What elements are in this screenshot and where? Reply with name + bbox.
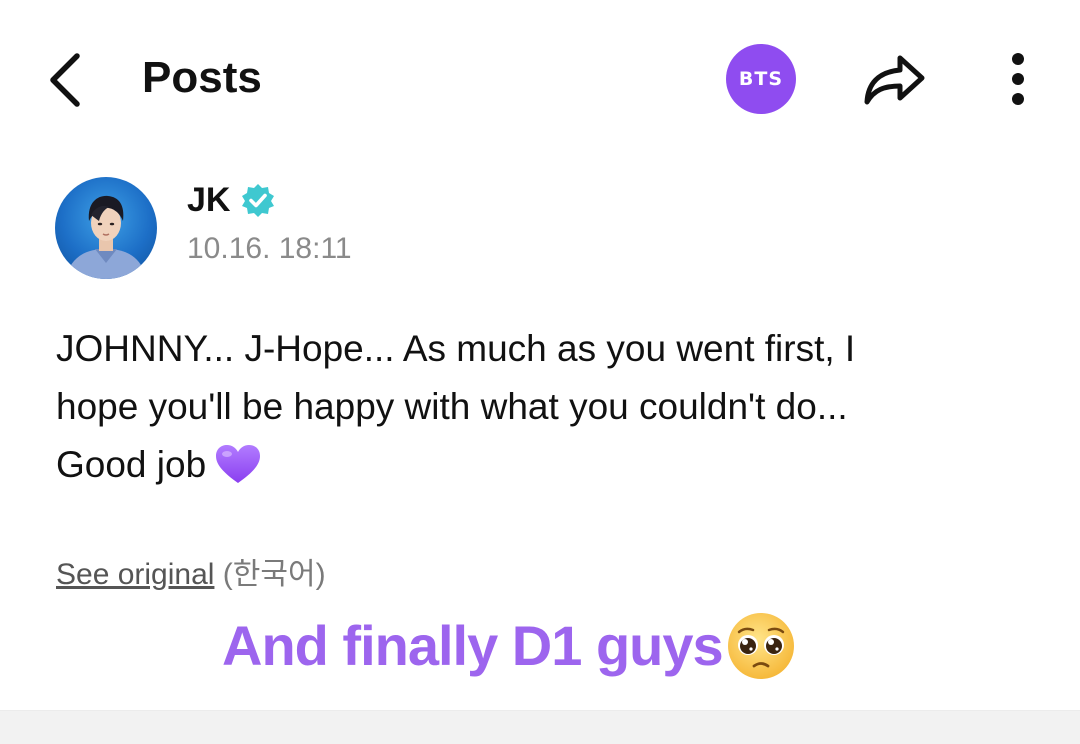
original-language-label: (한국어) [222, 558, 326, 591]
post-body-text: Good job [56, 444, 207, 485]
post-body-line-last: Good job [56, 436, 1036, 494]
post-page: Posts BTS JK 10.16. 18:11 JOHNNY... J-Ho… [0, 0, 1080, 744]
author-row: JK [187, 180, 276, 220]
avatar[interactable] [55, 177, 157, 279]
vertical-dots-icon [1012, 53, 1024, 65]
page-title: Posts [142, 53, 262, 102]
share-arrow-icon [864, 55, 925, 105]
share-button[interactable] [858, 48, 932, 110]
post-body: JOHNNY... J-Hope... As much as you went … [56, 320, 1036, 494]
overlay-caption: And finally D1 guys [222, 606, 797, 686]
chevron-left-icon [50, 53, 80, 107]
translation-row: See original (한국어) [56, 556, 326, 594]
more-options-button[interactable] [998, 48, 1038, 110]
post-body-line: hope you'll be happy with what you could… [56, 386, 848, 427]
post-timestamp: 10.16. 18:11 [187, 232, 352, 265]
purple-heart-icon [216, 445, 261, 483]
top-bar: Posts BTS [0, 0, 1080, 150]
artist-badge-label: BTS [738, 68, 784, 90]
artist-badge-button[interactable]: BTS [726, 44, 796, 114]
overlay-caption-text: And finally D1 guys [222, 614, 724, 677]
avatar-portrait [65, 195, 147, 279]
post-body-line: JOHNNY... J-Hope... As much as you went … [56, 328, 856, 369]
pleading-face-icon [727, 613, 794, 679]
back-button[interactable] [40, 50, 90, 110]
verified-badge-icon [242, 184, 275, 217]
author-name[interactable]: JK [187, 180, 230, 220]
bottom-divider-bar [0, 710, 1080, 744]
see-original-link[interactable]: See original [56, 558, 214, 591]
